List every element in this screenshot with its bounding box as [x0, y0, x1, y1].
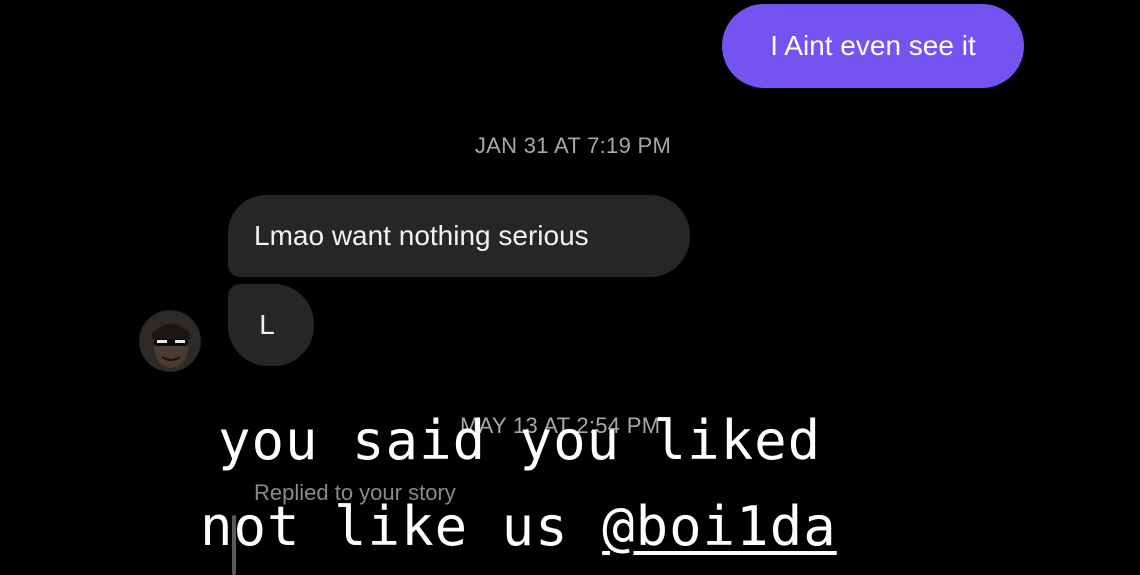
sent-message-bubble[interactable]: I Aint even see it — [722, 4, 1024, 88]
user-avatar-icon — [140, 311, 200, 371]
received-message-bubble[interactable]: L — [228, 284, 314, 366]
sender-avatar[interactable] — [139, 310, 201, 372]
received-message-text: L — [259, 309, 275, 340]
caption-text: not like us — [200, 495, 603, 558]
received-message-bubble[interactable]: Lmao want nothing serious — [228, 195, 690, 277]
received-message-text: Lmao want nothing serious — [254, 220, 589, 251]
caption-mention-link[interactable]: @boi1da — [602, 495, 837, 558]
overlay-caption-line-1: you said you liked — [218, 409, 822, 472]
timestamp-jan-31: JAN 31 AT 7:19 PM — [474, 133, 672, 158]
sent-message-text: I Aint even see it — [770, 30, 976, 61]
overlay-caption-line-2: not like us @boi1da — [200, 500, 837, 554]
